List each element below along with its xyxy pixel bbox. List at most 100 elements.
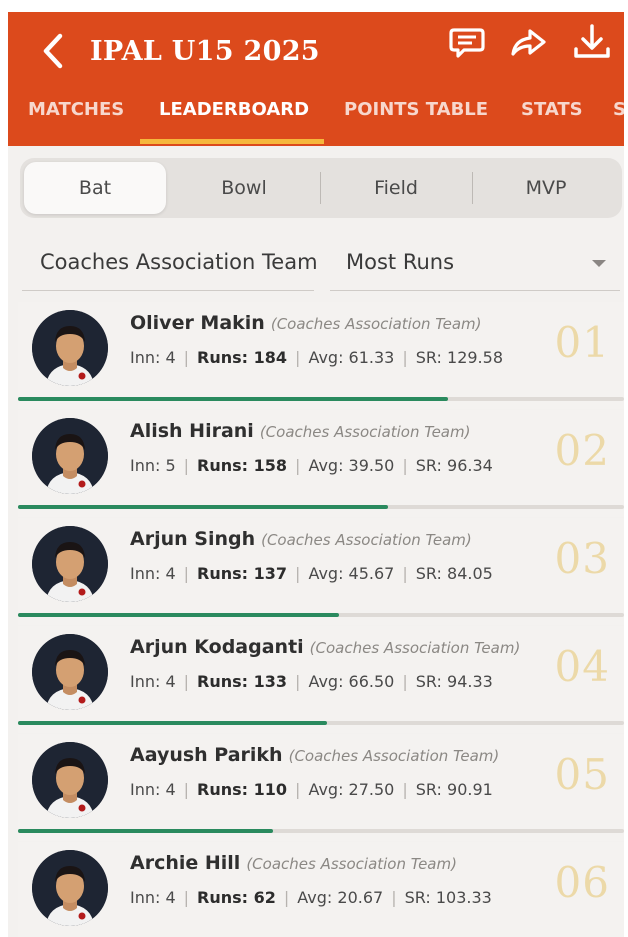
player-name: Oliver Makin (Coaches Association Team) xyxy=(130,312,481,334)
download-icon xyxy=(574,24,610,58)
progress-track xyxy=(18,721,624,725)
player-name: Archie Hill (Coaches Association Team) xyxy=(130,852,457,874)
stat-type-selector: Bat Bowl Field MVP xyxy=(20,158,622,218)
stat-runs: Runs: 62 xyxy=(197,888,276,907)
leaderboard-row[interactable]: Arjun Kodaganti (Coaches Association Team… xyxy=(18,626,624,733)
stat-separator: | xyxy=(402,780,408,799)
stat-separator: | xyxy=(391,888,397,907)
segment-bat[interactable]: Bat xyxy=(24,162,166,214)
active-tab-indicator xyxy=(140,139,324,144)
stat-runs: Runs: 184 xyxy=(197,348,288,367)
progress-track xyxy=(18,397,624,401)
player-stats: Inn: 4 | Runs: 110 | Avg: 27.50 | SR: 90.91 xyxy=(130,780,493,799)
progress-track xyxy=(18,613,624,617)
runs-progress-bar xyxy=(18,397,449,401)
app-bar: IPAL U15 2025 MATCHES LEADERBOARD POINTS xyxy=(8,12,624,146)
stat-separator: | xyxy=(283,888,290,907)
stat-average: Avg: 45.67 xyxy=(308,564,395,583)
player-name: Arjun Singh (Coaches Association Team) xyxy=(130,528,472,550)
leaderboard-row[interactable]: Aayush Parikh (Coaches Association Team) I… xyxy=(18,734,624,841)
stat-separator: | xyxy=(183,780,190,799)
stat-runs: Runs: 133 xyxy=(197,672,288,691)
player-team: (Coaches Association Team) xyxy=(270,315,482,333)
share-icon xyxy=(511,29,546,56)
rank-number: 02 xyxy=(554,426,610,475)
player-team: (Coaches Association Team) xyxy=(309,639,521,657)
player-name-text: Arjun Kodaganti xyxy=(130,636,304,658)
chat-icon xyxy=(449,28,485,58)
stat-runs: Runs: 110 xyxy=(197,780,288,799)
player-name-text: Oliver Makin xyxy=(130,312,265,334)
leaderboard-row[interactable]: Arjun Singh (Coaches Association Team) Inn… xyxy=(18,518,624,625)
player-name-text: Aayush Parikh xyxy=(130,744,283,766)
avatar xyxy=(32,850,108,926)
tab-matches[interactable]: MATCHES xyxy=(28,90,124,130)
chat-button[interactable] xyxy=(448,22,488,62)
stat-innings: Inn: 4 xyxy=(130,672,176,691)
stat-strike-rate: SR: 94.33 xyxy=(415,672,493,691)
team-filter-dropdown[interactable]: Coaches Association Team xyxy=(40,234,318,290)
player-stats: Inn: 4 | Runs: 62 | Avg: 20.67 | SR: 103.33 xyxy=(130,888,492,907)
progress-track xyxy=(18,505,624,509)
stat-strike-rate: SR: 129.58 xyxy=(415,348,503,367)
segment-bowl[interactable]: Bowl xyxy=(170,162,318,214)
stat-average: Avg: 66.50 xyxy=(308,672,395,691)
stat-strike-rate: SR: 90.91 xyxy=(415,780,493,799)
stat-separator: | xyxy=(183,456,190,475)
player-stats: Inn: 4 | Runs: 137 | Avg: 45.67 | SR: 84.05 xyxy=(130,564,493,583)
progress-track xyxy=(18,829,624,833)
stat-separator: | xyxy=(295,564,301,583)
chevron-down-icon[interactable] xyxy=(592,260,606,267)
stat-innings: Inn: 5 xyxy=(130,456,176,475)
app-screen: IPAL U15 2025 MATCHES LEADERBOARD POINTS xyxy=(8,12,624,937)
stat-separator: | xyxy=(402,348,408,367)
stat-average: Avg: 20.67 xyxy=(297,888,384,907)
share-button[interactable] xyxy=(508,22,548,62)
player-name: Alish Hirani (Coaches Association Team) xyxy=(130,420,470,442)
tab-overflow[interactable]: S xyxy=(613,90,624,130)
download-button[interactable] xyxy=(572,22,612,62)
stat-separator: | xyxy=(183,348,190,367)
stat-strike-rate: SR: 96.34 xyxy=(415,456,493,475)
player-name-text: Arjun Singh xyxy=(130,528,256,550)
player-stats: Inn: 5 | Runs: 158 | Avg: 39.50 | SR: 96.34 xyxy=(130,456,493,475)
stat-average: Avg: 27.50 xyxy=(308,780,395,799)
segment-field[interactable]: Field xyxy=(322,162,470,214)
leaderboard-row[interactable]: Alish Hirani (Coaches Association Team) In… xyxy=(18,410,624,517)
leaderboard-row[interactable]: Archie Hill (Coaches Association Team) Inn… xyxy=(18,842,624,937)
player-name-text: Alish Hirani xyxy=(130,420,254,442)
stat-average: Avg: 39.50 xyxy=(308,456,395,475)
stat-separator: | xyxy=(402,456,408,475)
player-name: Arjun Kodaganti (Coaches Association Team… xyxy=(130,636,520,658)
stat-innings: Inn: 4 xyxy=(130,780,176,799)
stat-innings: Inn: 4 xyxy=(130,888,176,907)
stat-strike-rate: SR: 103.33 xyxy=(404,888,492,907)
leaderboard-row[interactable]: Oliver Makin (Coaches Association Team) In… xyxy=(18,302,624,409)
metric-filter-dropdown[interactable]: Most Runs xyxy=(346,234,454,290)
stat-separator: | xyxy=(402,672,408,691)
player-stats: Inn: 4 | Runs: 133 | Avg: 66.50 | SR: 94.33 xyxy=(130,672,493,691)
avatar xyxy=(32,634,108,710)
chevron-left-icon xyxy=(43,33,63,69)
player-team: (Coaches Association Team) xyxy=(261,531,472,549)
player-team: (Coaches Association Team) xyxy=(288,747,500,765)
stat-separator: | xyxy=(183,564,190,583)
runs-progress-bar xyxy=(18,721,328,725)
tab-leaderboard[interactable]: LEADERBOARD xyxy=(159,90,309,130)
runs-progress-bar xyxy=(18,505,388,509)
rank-number: 06 xyxy=(554,858,610,907)
tab-stats[interactable]: STATS xyxy=(521,90,583,130)
segment-mvp[interactable]: MVP xyxy=(474,162,618,214)
stat-separator: | xyxy=(295,456,301,475)
segment-divider xyxy=(320,172,321,204)
runs-progress-bar xyxy=(18,613,340,617)
player-name-text: Archie Hill xyxy=(130,852,241,874)
team-filter-underline xyxy=(22,290,314,291)
stat-separator: | xyxy=(295,780,301,799)
metric-filter-underline xyxy=(330,290,620,291)
avatar xyxy=(32,418,108,494)
back-button[interactable] xyxy=(36,26,70,76)
stat-runs: Runs: 158 xyxy=(197,456,288,475)
stat-average: Avg: 61.33 xyxy=(308,348,395,367)
tab-points-table[interactable]: POINTS TABLE xyxy=(344,90,488,130)
